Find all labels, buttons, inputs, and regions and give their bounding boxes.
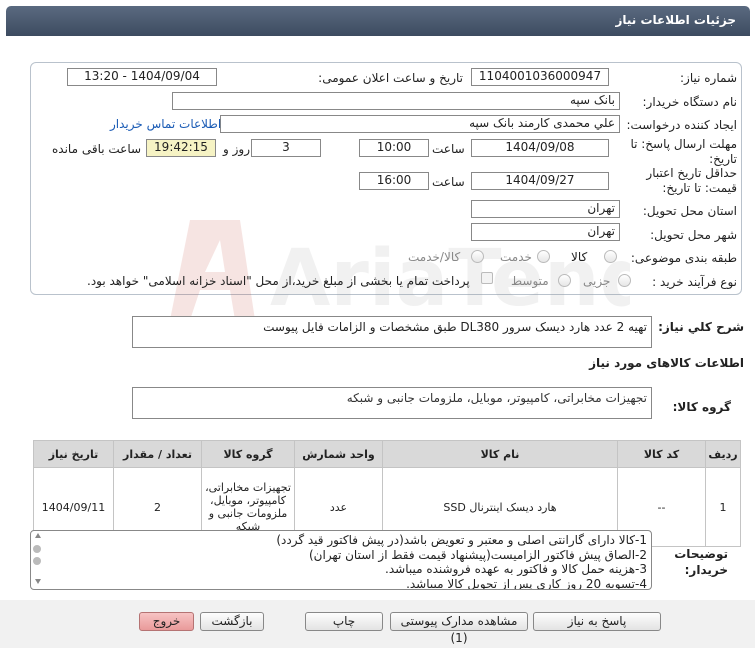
buyer-notes-textarea[interactable]: 1-کالا دارای گارانتی اصلی و معتبر و تعوی…: [30, 530, 652, 590]
process-radio-minor[interactable]: [618, 274, 631, 287]
process-option-minor: جزیی: [583, 274, 611, 288]
col-name: نام کالا: [382, 440, 618, 468]
items-table-header: ردیف کد کالا نام کالا واحد شمارش گروه کا…: [33, 440, 741, 468]
treasury-payment-checkbox[interactable]: [481, 272, 493, 284]
category-radio-both[interactable]: [471, 250, 484, 263]
summary-label: شرح کلي نياز:: [658, 320, 744, 334]
creator-field[interactable]: علي محمدی كارمند بانک سپه: [220, 115, 620, 133]
buyer-notes-label-1: توضیحات: [674, 547, 728, 561]
province-field[interactable]: تهران: [471, 200, 620, 218]
validity-time-label: ساعت: [432, 175, 465, 189]
exit-button[interactable]: خروج: [139, 612, 194, 631]
col-qty: تعداد / مقدار: [113, 440, 202, 468]
validity-label-date: قیمت: تا تاریخ:: [662, 181, 737, 195]
summary-textarea[interactable]: تهیه 2 عدد هارد دیسک سرور DL380 طبق مشخص…: [132, 316, 652, 348]
city-label: شهر محل تحویل:: [650, 228, 737, 242]
category-option-goods: کالا: [571, 250, 588, 264]
category-radio-goods[interactable]: [604, 250, 617, 263]
category-radio-service[interactable]: [537, 250, 550, 263]
reply-button[interactable]: پاسخ به نیاز: [533, 612, 661, 631]
scroll-dot-icon: [33, 557, 41, 565]
validity-time-field[interactable]: 16:00: [359, 172, 429, 190]
col-unit: واحد شمارش: [294, 440, 383, 468]
col-group: گروه کالا: [201, 440, 295, 468]
buyer-notes-label-2: خریدار:: [684, 563, 728, 577]
goods-section-title: اطلاعات کالاهای مورد نياز: [589, 356, 744, 370]
category-option-service: خدمت: [500, 250, 532, 264]
remaining-time-label: ساعت باقی مانده: [52, 142, 142, 156]
category-option-both: کالا/خدمت: [408, 250, 461, 264]
buyer-note-line: 2-الصاق پیش فاکتور الزامیست(پیشنهاد قیمت…: [308, 547, 647, 562]
page-title: جزئیات اطلاعات نیاز: [615, 13, 736, 27]
validity-date-field[interactable]: 1404/09/27: [471, 172, 609, 190]
col-row: ردیف: [705, 440, 741, 468]
validity-label: حداقل تاریخ اعتبار: [646, 166, 737, 180]
need-number-label: شماره نیاز:: [680, 71, 737, 85]
deadline-label: مهلت ارسال پاسخ: تا: [630, 137, 737, 151]
col-date: تاریخ نیاز: [33, 440, 114, 468]
deadline-time-label: ساعت: [432, 142, 465, 156]
buyer-contact-link[interactable]: اطلاعات تماس خریدار: [110, 117, 221, 131]
process-label: نوع فرآیند خرید :: [652, 275, 737, 289]
buyer-note-line: 1-کالا دارای گارانتی اصلی و معتبر و تعوی…: [276, 533, 647, 547]
deadline-time-field[interactable]: 10:00: [359, 139, 429, 157]
process-option-medium: متوسط: [511, 274, 549, 288]
page-header: جزئیات اطلاعات نیاز: [6, 6, 750, 36]
scroll-dot-icon: [33, 545, 41, 553]
announce-date-field[interactable]: 1404/09/04 - 13:20: [67, 68, 217, 86]
creator-label: ایجاد کننده درخواست:: [626, 118, 737, 132]
buyer-org-label: نام دستگاه خریدار:: [642, 95, 738, 109]
cell-group-line: ملزومات جانبی و: [208, 507, 288, 520]
col-code: کد کالا: [617, 440, 706, 468]
province-label: استان محل تحویل:: [642, 204, 737, 218]
city-field[interactable]: تهران: [471, 223, 620, 241]
buyer-note-line: 3-هزینه حمل کالا و فاکتور به عهده فروشند…: [385, 562, 647, 576]
deadline-label-date: تاریخ:: [709, 152, 737, 166]
goods-group-label: گروه کالا:: [672, 400, 731, 414]
back-button[interactable]: بازگشت: [200, 612, 264, 631]
announce-date-label: تاریخ و ساعت اعلان عمومی:: [318, 71, 463, 85]
deadline-date-field[interactable]: 1404/09/08: [471, 139, 609, 157]
cell-group-line: تجهیزات مخابراتی،: [205, 481, 291, 494]
cell-row: 1: [705, 467, 741, 547]
process-radio-medium[interactable]: [558, 274, 571, 287]
cell-group-line: کامپیوتر، موبایل،: [210, 494, 286, 507]
notes-scrollbar[interactable]: [33, 533, 43, 587]
attachments-button[interactable]: مشاهده مدارک پیوستی (1): [390, 612, 528, 645]
buyer-org-field[interactable]: بانک سپه: [172, 92, 620, 110]
goods-group-field[interactable]: تجهیزات مخابراتی، کامپیوتر، موبایل، ملزو…: [132, 387, 652, 419]
treasury-payment-note: پرداخت تمام یا بخشی از مبلغ خرید،از محل …: [87, 274, 470, 288]
category-label: طبقه بندی موضوعی:: [630, 251, 737, 265]
need-number-field[interactable]: 1104001036000947: [471, 68, 609, 86]
print-button[interactable]: چاپ: [305, 612, 383, 631]
days-label: روز و: [223, 142, 250, 156]
scroll-up-icon[interactable]: [35, 533, 41, 538]
scroll-down-icon[interactable]: [35, 579, 41, 584]
remaining-time-field: 19:42:15: [146, 139, 216, 157]
buyer-note-line: 4-تسویه 20 روز کاری پس از تحویل کالا میب…: [406, 576, 647, 590]
days-field[interactable]: 3: [251, 139, 321, 157]
